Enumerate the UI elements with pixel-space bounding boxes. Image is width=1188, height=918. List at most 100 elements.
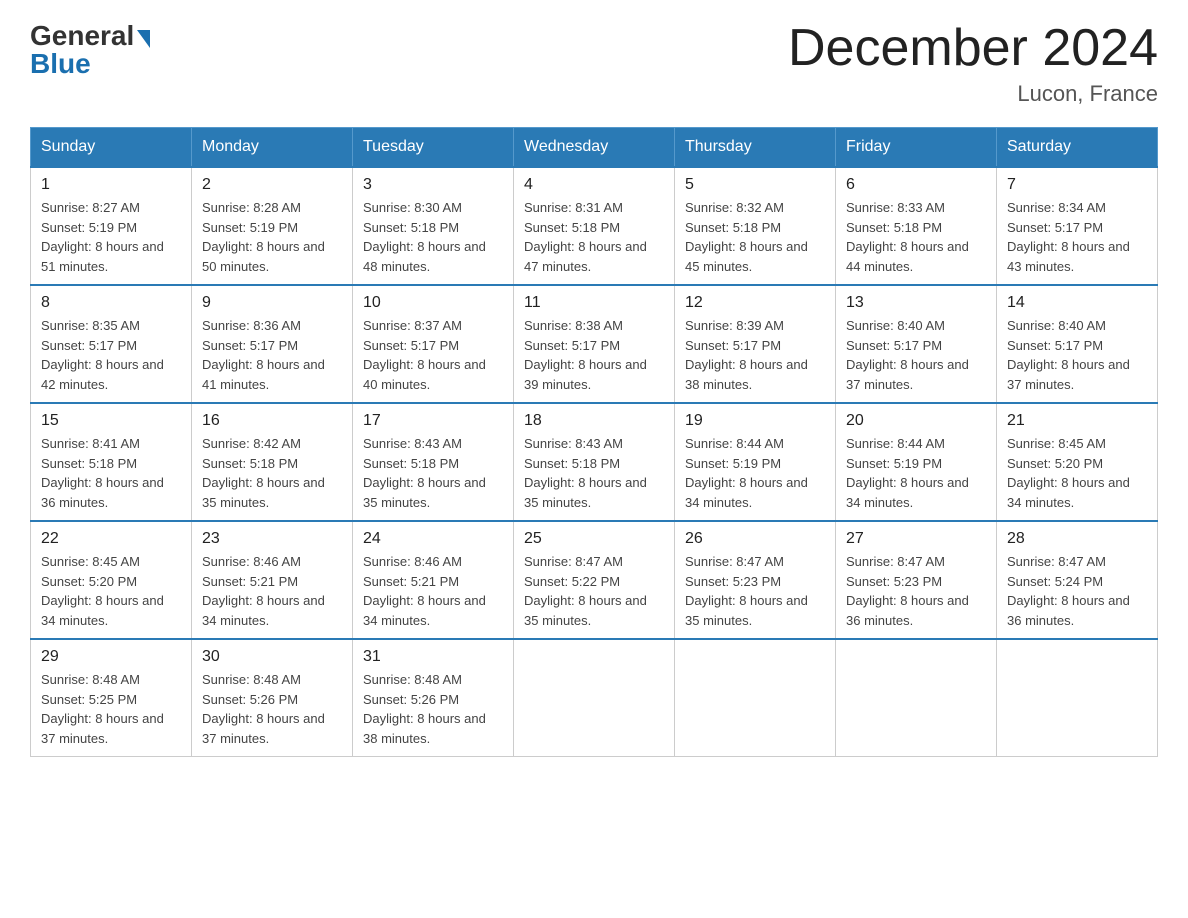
day-info: Sunrise: 8:27 AM Sunset: 5:19 PM Dayligh… [41,198,181,276]
day-info: Sunrise: 8:39 AM Sunset: 5:17 PM Dayligh… [685,316,825,394]
header-sunday: Sunday [31,128,192,168]
day-info: Sunrise: 8:32 AM Sunset: 5:18 PM Dayligh… [685,198,825,276]
day-number: 17 [363,412,503,430]
day-number: 12 [685,294,825,312]
logo: General Blue [30,20,150,80]
day-number: 31 [363,648,503,666]
calendar-cell: 16 Sunrise: 8:42 AM Sunset: 5:18 PM Dayl… [192,403,353,521]
day-info: Sunrise: 8:40 AM Sunset: 5:17 PM Dayligh… [846,316,986,394]
day-number: 28 [1007,530,1147,548]
day-number: 26 [685,530,825,548]
day-number: 7 [1007,176,1147,194]
day-info: Sunrise: 8:31 AM Sunset: 5:18 PM Dayligh… [524,198,664,276]
calendar-week-1: 1 Sunrise: 8:27 AM Sunset: 5:19 PM Dayli… [31,167,1158,285]
calendar-cell: 23 Sunrise: 8:46 AM Sunset: 5:21 PM Dayl… [192,521,353,639]
calendar-week-2: 8 Sunrise: 8:35 AM Sunset: 5:17 PM Dayli… [31,285,1158,403]
day-info: Sunrise: 8:30 AM Sunset: 5:18 PM Dayligh… [363,198,503,276]
day-number: 4 [524,176,664,194]
day-number: 29 [41,648,181,666]
day-number: 16 [202,412,342,430]
day-number: 30 [202,648,342,666]
calendar-table: Sunday Monday Tuesday Wednesday Thursday… [30,127,1158,757]
header-tuesday: Tuesday [353,128,514,168]
calendar-subtitle: Lucon, France [788,81,1158,107]
day-number: 9 [202,294,342,312]
calendar-cell: 22 Sunrise: 8:45 AM Sunset: 5:20 PM Dayl… [31,521,192,639]
calendar-cell: 27 Sunrise: 8:47 AM Sunset: 5:23 PM Dayl… [836,521,997,639]
calendar-title: December 2024 [788,20,1158,77]
calendar-cell: 26 Sunrise: 8:47 AM Sunset: 5:23 PM Dayl… [675,521,836,639]
calendar-cell: 3 Sunrise: 8:30 AM Sunset: 5:18 PM Dayli… [353,167,514,285]
calendar-cell: 19 Sunrise: 8:44 AM Sunset: 5:19 PM Dayl… [675,403,836,521]
calendar-cell: 18 Sunrise: 8:43 AM Sunset: 5:18 PM Dayl… [514,403,675,521]
calendar-cell: 17 Sunrise: 8:43 AM Sunset: 5:18 PM Dayl… [353,403,514,521]
day-number: 2 [202,176,342,194]
day-number: 24 [363,530,503,548]
day-info: Sunrise: 8:40 AM Sunset: 5:17 PM Dayligh… [1007,316,1147,394]
day-info: Sunrise: 8:33 AM Sunset: 5:18 PM Dayligh… [846,198,986,276]
day-info: Sunrise: 8:44 AM Sunset: 5:19 PM Dayligh… [846,434,986,512]
calendar-cell [997,639,1158,757]
calendar-cell: 28 Sunrise: 8:47 AM Sunset: 5:24 PM Dayl… [997,521,1158,639]
day-number: 6 [846,176,986,194]
calendar-cell [514,639,675,757]
day-info: Sunrise: 8:43 AM Sunset: 5:18 PM Dayligh… [363,434,503,512]
day-info: Sunrise: 8:34 AM Sunset: 5:17 PM Dayligh… [1007,198,1147,276]
calendar-cell: 6 Sunrise: 8:33 AM Sunset: 5:18 PM Dayli… [836,167,997,285]
day-info: Sunrise: 8:43 AM Sunset: 5:18 PM Dayligh… [524,434,664,512]
calendar-cell: 5 Sunrise: 8:32 AM Sunset: 5:18 PM Dayli… [675,167,836,285]
calendar-cell: 14 Sunrise: 8:40 AM Sunset: 5:17 PM Dayl… [997,285,1158,403]
calendar-cell: 25 Sunrise: 8:47 AM Sunset: 5:22 PM Dayl… [514,521,675,639]
day-info: Sunrise: 8:42 AM Sunset: 5:18 PM Dayligh… [202,434,342,512]
day-info: Sunrise: 8:47 AM Sunset: 5:23 PM Dayligh… [685,552,825,630]
day-number: 8 [41,294,181,312]
day-number: 23 [202,530,342,548]
calendar-cell: 12 Sunrise: 8:39 AM Sunset: 5:17 PM Dayl… [675,285,836,403]
calendar-cell: 30 Sunrise: 8:48 AM Sunset: 5:26 PM Dayl… [192,639,353,757]
day-info: Sunrise: 8:44 AM Sunset: 5:19 PM Dayligh… [685,434,825,512]
day-number: 18 [524,412,664,430]
header-friday: Friday [836,128,997,168]
calendar-week-4: 22 Sunrise: 8:45 AM Sunset: 5:20 PM Dayl… [31,521,1158,639]
day-number: 1 [41,176,181,194]
calendar-cell: 24 Sunrise: 8:46 AM Sunset: 5:21 PM Dayl… [353,521,514,639]
calendar-cell: 15 Sunrise: 8:41 AM Sunset: 5:18 PM Dayl… [31,403,192,521]
day-number: 22 [41,530,181,548]
day-info: Sunrise: 8:41 AM Sunset: 5:18 PM Dayligh… [41,434,181,512]
calendar-cell: 2 Sunrise: 8:28 AM Sunset: 5:19 PM Dayli… [192,167,353,285]
header-monday: Monday [192,128,353,168]
day-info: Sunrise: 8:38 AM Sunset: 5:17 PM Dayligh… [524,316,664,394]
header-saturday: Saturday [997,128,1158,168]
calendar-cell: 13 Sunrise: 8:40 AM Sunset: 5:17 PM Dayl… [836,285,997,403]
day-number: 14 [1007,294,1147,312]
day-number: 10 [363,294,503,312]
day-number: 21 [1007,412,1147,430]
day-number: 3 [363,176,503,194]
calendar-week-5: 29 Sunrise: 8:48 AM Sunset: 5:25 PM Dayl… [31,639,1158,757]
calendar-cell: 11 Sunrise: 8:38 AM Sunset: 5:17 PM Dayl… [514,285,675,403]
day-info: Sunrise: 8:47 AM Sunset: 5:22 PM Dayligh… [524,552,664,630]
day-info: Sunrise: 8:48 AM Sunset: 5:26 PM Dayligh… [363,670,503,748]
day-info: Sunrise: 8:47 AM Sunset: 5:23 PM Dayligh… [846,552,986,630]
page-header: General Blue December 2024 Lucon, France [30,20,1158,107]
calendar-week-3: 15 Sunrise: 8:41 AM Sunset: 5:18 PM Dayl… [31,403,1158,521]
day-number: 27 [846,530,986,548]
day-info: Sunrise: 8:46 AM Sunset: 5:21 PM Dayligh… [202,552,342,630]
calendar-header-row: Sunday Monday Tuesday Wednesday Thursday… [31,128,1158,168]
day-number: 11 [524,294,664,312]
calendar-cell: 10 Sunrise: 8:37 AM Sunset: 5:17 PM Dayl… [353,285,514,403]
calendar-cell: 8 Sunrise: 8:35 AM Sunset: 5:17 PM Dayli… [31,285,192,403]
header-wednesday: Wednesday [514,128,675,168]
header-thursday: Thursday [675,128,836,168]
day-info: Sunrise: 8:45 AM Sunset: 5:20 PM Dayligh… [1007,434,1147,512]
day-info: Sunrise: 8:36 AM Sunset: 5:17 PM Dayligh… [202,316,342,394]
day-info: Sunrise: 8:28 AM Sunset: 5:19 PM Dayligh… [202,198,342,276]
title-block: December 2024 Lucon, France [788,20,1158,107]
calendar-cell [836,639,997,757]
day-number: 19 [685,412,825,430]
day-info: Sunrise: 8:45 AM Sunset: 5:20 PM Dayligh… [41,552,181,630]
calendar-cell: 1 Sunrise: 8:27 AM Sunset: 5:19 PM Dayli… [31,167,192,285]
calendar-cell: 31 Sunrise: 8:48 AM Sunset: 5:26 PM Dayl… [353,639,514,757]
calendar-cell: 29 Sunrise: 8:48 AM Sunset: 5:25 PM Dayl… [31,639,192,757]
day-info: Sunrise: 8:47 AM Sunset: 5:24 PM Dayligh… [1007,552,1147,630]
